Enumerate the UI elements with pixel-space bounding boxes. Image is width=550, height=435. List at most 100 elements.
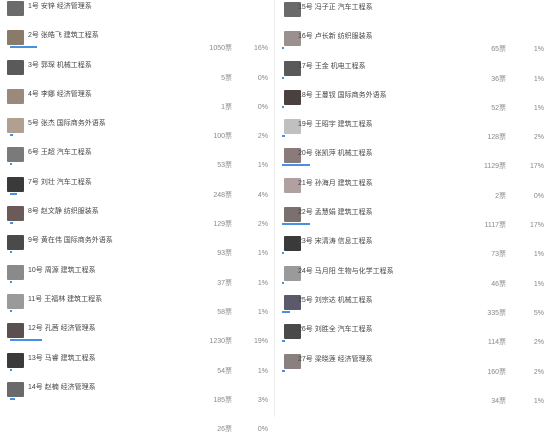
vote-bar-track [282,399,467,401]
candidate-row[interactable]: 26票 0% [0,406,272,435]
vote-bar-fill [282,310,291,313]
candidate-row[interactable]: 15号 冯子正 汽车工程系 [278,0,550,26]
vote-percent: 3% [257,396,268,404]
candidate-row[interactable]: 7号 刘壮 汽车工程系 248票 4% [0,172,272,201]
candidate-row[interactable]: 20号 张凯萍 机械工程系 1129票 17% [278,143,550,172]
vote-bar-track [10,368,195,371]
candidate-row[interactable]: 1号 安锌 经济管理系 [0,0,272,25]
candidate-photo-fill [7,323,24,339]
candidate-name: 11号 王福林 建筑工程系 [28,295,103,303]
vote-count: 1117票 [484,222,506,230]
candidate-name: 9号 黄在伟 国际商务外语系 [28,237,113,245]
candidate-row[interactable]: 34票 1% [278,378,550,407]
candidate-row[interactable]: 4号 李娜 经济管理系 1票 0% [0,84,272,113]
vote-bar-fill [282,252,284,255]
candidate-photo-fill [7,147,24,163]
candidate-row[interactable]: 12号 孔茜 经济管理系 1230票 19% [0,318,272,347]
vote-percent: 16% [253,45,268,53]
candidate-row[interactable]: 6号 王超 汽车工程系 53票 1% [0,142,272,171]
vote-percent: 2% [533,339,544,347]
vote-bar-track [282,194,467,196]
vote-count: 335票 [487,309,506,317]
vote-percent: 1% [533,75,544,83]
candidate-name: 1号 安锌 经济管理系 [28,3,92,10]
candidate-row[interactable]: 2号 张皓飞 建筑工程系 1050票 16% [0,25,272,54]
candidate-photo-fill [7,352,24,368]
vote-count: 100票 [213,133,232,141]
vote-bar-track [10,397,195,400]
vote-count: 114票 [487,339,506,347]
vote-bar-track [10,339,195,342]
vote-bar-track [282,47,467,50]
candidate-row[interactable]: 14号 赵楠 经济管理系 185票 3% [0,377,272,406]
candidate-row[interactable]: 3号 郭琛 机械工程系 5票 0% [0,55,272,84]
candidate-row[interactable]: 24号 马月阳 生物与化学工程系 46票 1% [278,261,550,290]
candidate-photo [7,88,24,104]
vote-bar-track [10,105,195,107]
vote-bar-fill [282,76,284,79]
vote-percent: 1% [257,308,268,316]
vote-percent: 4% [257,191,268,199]
candidate-row[interactable]: 18号 王蔓钗 国际商务外语系 52票 1% [278,85,550,114]
candidate-row[interactable]: 22号 孟慧娟 建筑工程系 1117票 17% [278,202,550,231]
vote-count: 1230票 [209,338,232,346]
candidate-row[interactable]: 25号 刘宗达 机械工程系 335票 5% [278,290,550,319]
vote-count: 34票 [491,397,506,405]
vote-bar-fill [282,135,286,138]
vote-bar-fill [282,340,286,343]
vote-bar-track [10,309,195,312]
vote-bar-track [10,46,195,49]
vote-bar-track [10,280,195,283]
candidate-row[interactable]: 11号 王福林 建筑工程系 58票 1% [0,289,272,318]
vote-bar-track [282,105,467,108]
candidate-row[interactable]: 9号 黄在伟 国际商务外语系 93票 1% [0,230,272,259]
candidate-row[interactable]: 21号 孙海月 建筑工程系 2票 0% [278,173,550,202]
candidate-name: 7号 刘壮 汽车工程系 [28,178,92,186]
candidate-row[interactable]: 13号 马睿 建筑工程系 54票 1% [0,348,272,377]
candidate-row[interactable]: 5号 张杰 国际商务外语系 100票 2% [0,113,272,142]
candidate-row[interactable]: 10号 周源 建筑工程系 37票 1% [0,260,272,289]
vote-percent: 1% [533,280,544,288]
candidate-photo-fill [7,264,24,280]
vote-count: 2票 [495,192,506,200]
candidate-name: 16号 卢长新 纺织服装系 [298,33,373,41]
vote-count: 26票 [217,426,232,434]
vote-percent: 2% [257,221,268,229]
vote-count: 129票 [213,221,232,229]
candidate-row[interactable]: 16号 卢长新 纺织服装系 65票 1% [278,26,550,55]
vote-bar-track [282,223,467,226]
vote-count: 37票 [217,279,232,287]
vote-percent: 17% [529,222,544,230]
candidate-row[interactable]: 19号 王昭宇 建筑工程系 128票 2% [278,114,550,143]
candidate-photo-fill [7,30,24,46]
vote-bar-track [282,252,467,255]
candidate-name: 4号 李娜 经济管理系 [28,90,92,98]
candidate-photo [7,235,24,251]
vote-count: 73票 [491,251,506,259]
candidate-photo-fill [7,176,24,192]
candidate-row[interactable]: 27号 梁晓莲 经济管理系 160票 2% [278,349,550,378]
candidate-row[interactable]: 23号 宋清涛 信息工程系 73票 1% [278,231,550,260]
candidate-photo-fill [7,1,24,16]
vote-percent: 1% [257,367,268,375]
vote-bar-fill [10,192,17,195]
vote-bar-fill [10,368,12,371]
candidate-row[interactable]: 17号 王金 机电工程系 36票 1% [278,56,550,85]
vote-count: 36票 [491,75,506,83]
candidate-photo-fill [7,381,24,397]
vote-bar-track [282,369,467,372]
vote-count: 54票 [217,367,232,375]
vote-bar-track [282,164,467,167]
candidate-name: 22号 孟慧娟 建筑工程系 [298,209,373,217]
vote-bar-track [10,427,195,429]
vote-bar-track [282,340,467,343]
candidate-row[interactable]: 26号 刘胜全 汽车工程系 114票 2% [278,319,550,348]
vote-percent: 2% [257,133,268,141]
candidate-name: 26号 刘胜全 汽车工程系 [298,326,373,334]
candidate-photo [7,264,24,280]
vote-count: 65票 [491,46,506,54]
vote-percent: 2% [533,134,544,142]
candidate-row[interactable]: 8号 赵文静 纺织服装系 129票 2% [0,201,272,230]
vote-bar-track [10,17,195,19]
vote-percent: 0% [257,426,268,434]
